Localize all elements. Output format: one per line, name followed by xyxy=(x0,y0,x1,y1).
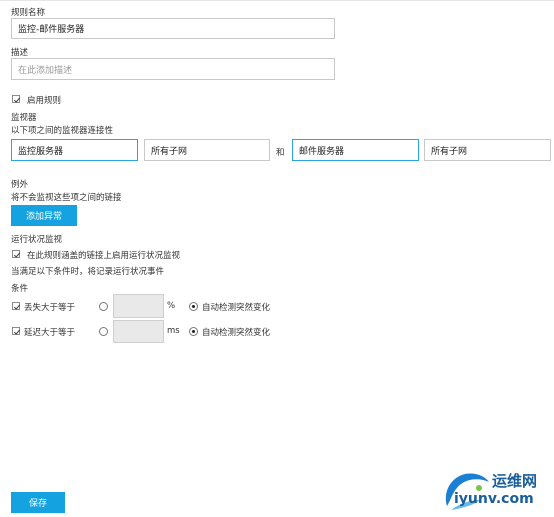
enable-rule-label: 启用规则 xyxy=(27,96,62,106)
latency-manual-radio[interactable] xyxy=(99,327,108,336)
source-device-input[interactable]: 监控服务器 xyxy=(11,139,138,161)
loss-manual-radio[interactable] xyxy=(99,302,108,311)
enable-health-checkbox[interactable] xyxy=(12,250,21,258)
health-monitoring-title: 运行状况监视 xyxy=(11,235,63,245)
loss-condition-checkbox[interactable] xyxy=(12,302,21,310)
checkmark-icon xyxy=(13,329,21,335)
checkmark-icon xyxy=(13,252,21,258)
checkmark-icon xyxy=(13,97,21,103)
add-exception-button[interactable]: 添加异常 xyxy=(11,205,77,226)
latency-threshold-input[interactable] xyxy=(113,320,164,343)
latency-auto-detect-label: 自动检测突然变化 xyxy=(202,328,271,338)
exceptions-title: 例外 xyxy=(11,180,29,190)
save-button[interactable]: 保存 xyxy=(11,492,65,513)
monitor-section-title: 监视器 xyxy=(11,113,37,123)
source-subnet-input[interactable]: 所有子网 xyxy=(144,139,270,161)
exceptions-subtitle: 将不会监视这些项之间的链接 xyxy=(11,193,122,203)
target-device-input[interactable]: 邮件服务器 xyxy=(292,139,419,161)
rule-name-label: 规则名称 xyxy=(11,8,46,18)
loss-unit-label: % xyxy=(167,301,176,311)
latency-condition-label: 延迟大于等于 xyxy=(24,328,76,338)
latency-auto-detect-radio[interactable] xyxy=(189,327,198,336)
watermark-brand: 运维网 xyxy=(492,472,538,490)
loss-condition-label: 丢失大于等于 xyxy=(24,303,76,313)
description-input[interactable]: 在此添加描述 xyxy=(11,58,335,80)
checkmark-icon xyxy=(13,304,21,310)
enable-health-label: 在此规则涵盖的链接上启用运行状况监视 xyxy=(27,251,181,261)
latency-condition-checkbox[interactable] xyxy=(12,327,21,335)
loss-auto-detect-radio[interactable] xyxy=(189,302,198,311)
conditions-title: 条件 xyxy=(11,284,29,294)
rule-name-input[interactable]: 监控-邮件服务器 xyxy=(11,18,335,39)
monitor-section-subtitle: 以下项之间的监视器连接性 xyxy=(11,126,114,136)
loss-auto-detect-label: 自动检测突然变化 xyxy=(202,303,271,313)
top-divider xyxy=(0,0,554,1)
latency-unit-label: ms xyxy=(167,326,180,336)
health-note: 当满足以下条件时，将记录运行状况事件 xyxy=(11,267,165,277)
watermark-url: iyunv.com xyxy=(454,491,534,507)
loss-threshold-input[interactable] xyxy=(113,294,164,318)
and-label: 和 xyxy=(276,148,285,158)
enable-rule-checkbox[interactable] xyxy=(12,95,21,103)
target-subnet-input[interactable]: 所有子网 xyxy=(424,139,551,161)
description-label: 描述 xyxy=(11,48,29,58)
